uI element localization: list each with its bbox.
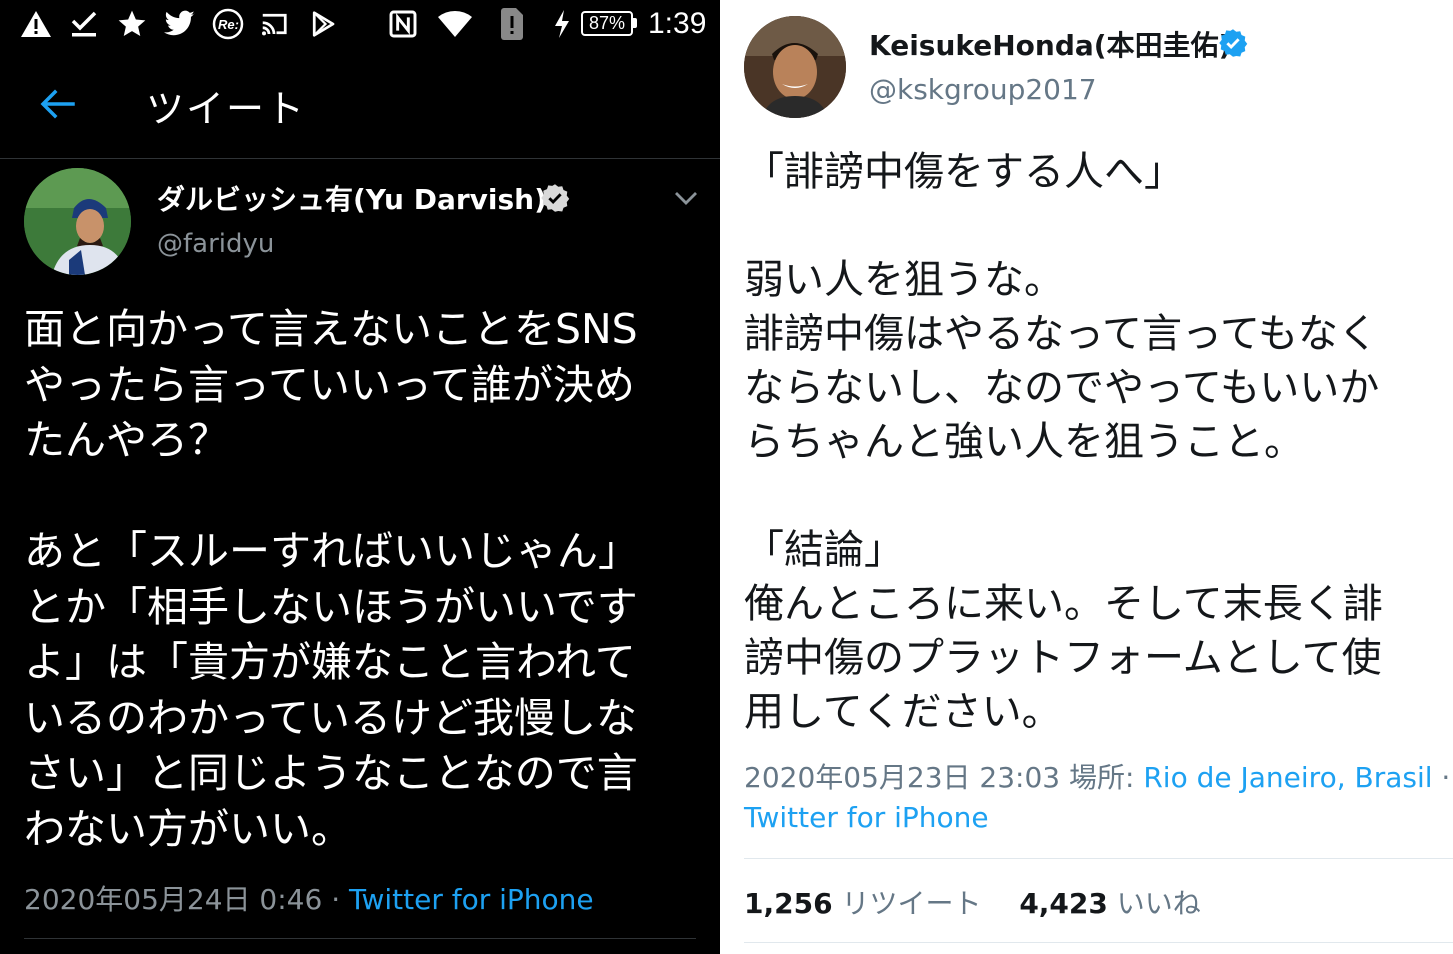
like-label: いいね	[1116, 887, 1201, 920]
author-handle[interactable]: @faridyu	[157, 229, 274, 259]
tweet-line: あと「スルーすればいいじゃん」	[24, 527, 639, 575]
tweet-line: とか「相手しないほうがいいです	[24, 582, 638, 631]
tweet-line: 俺んところに来い。そして末長く誹	[744, 581, 1383, 627]
tweet-line	[744, 199, 1444, 253]
tweet-text: 「誹謗中傷をする人へ」 弱い人を狙うな。 誹謗中傷はやるなって言ってもなく なら…	[744, 145, 1444, 739]
warning-icon	[18, 6, 54, 42]
tweet-line: 謗中傷のプラットフォームとして使	[744, 635, 1382, 681]
tweet-line: さい」と同じようなことなので言	[24, 749, 638, 797]
tweet-line: 弱い人を狙うな。	[744, 257, 1064, 303]
page-title: ツイート	[146, 87, 307, 131]
battery-level: 87%	[581, 11, 633, 36]
avatar[interactable]	[24, 168, 131, 275]
tweet-line: 用してください。	[744, 689, 1062, 735]
tweet-menu-button[interactable]	[668, 180, 704, 216]
back-button[interactable]	[32, 82, 82, 126]
wifi-icon	[437, 6, 473, 42]
avatar[interactable]	[744, 16, 846, 118]
author-name[interactable]: KeisukeHonda(本田圭佑)	[869, 24, 1231, 64]
charging-icon	[550, 6, 574, 42]
clock: 1:39	[648, 7, 707, 40]
star-icon	[114, 6, 150, 42]
twitter-bird-icon	[162, 6, 198, 42]
tweet-meta: 2020年05月23日 23:03 場所: Rio de Janeiro, Br…	[744, 758, 1450, 838]
tweet-location-link[interactable]: Rio de Janeiro, Brasil	[1143, 761, 1432, 794]
verified-badge-icon	[540, 183, 570, 213]
tweet-line: わない方がいい。	[24, 804, 352, 853]
tweet-source-link[interactable]: Twitter for iPhone	[349, 883, 594, 916]
tweet-timestamp[interactable]: 2020年05月23日 23:03 場所:	[744, 761, 1143, 794]
checkmark-download-icon	[66, 6, 102, 42]
verified-badge-icon	[1218, 28, 1248, 58]
svg-text:Re:: Re:	[218, 17, 239, 32]
retweet-label: リツイート	[841, 887, 982, 920]
tweet-line: やったら言っていいって誰が決め	[24, 360, 635, 409]
status-bar: Re: 87% 1:39	[0, 0, 720, 52]
chevron-down-icon	[675, 192, 697, 205]
divider	[744, 858, 1453, 859]
tweet-line: たんやろ？	[24, 416, 229, 464]
tweet-source-link[interactable]: Twitter for iPhone	[744, 801, 989, 834]
top-app-bar: ツイート	[0, 52, 720, 159]
retweet-stat[interactable]: 1,256 リツイート	[744, 887, 982, 920]
divider	[744, 942, 1453, 943]
sim-alert-icon	[494, 6, 530, 42]
tweet-line: ならないし、なのでやってもいいか	[744, 365, 1380, 411]
play-store-icon	[305, 6, 341, 42]
author-name[interactable]: ダルビッシュ有(Yu Darvish)	[157, 178, 547, 218]
tweet-meta: 2020年05月24日 0:46 · Twitter for iPhone	[24, 878, 594, 918]
divider	[24, 938, 696, 939]
tweet-line: 誹謗中傷はやるなって言ってもなく	[744, 311, 1378, 357]
tweet-line: 「結論」	[744, 527, 904, 573]
tweet-text: 面と向かって言えないことをSNS やったら言っていいって誰が決め たんやろ？ あ…	[24, 302, 704, 857]
tweet-line: 「誹謗中傷をする人へ」	[744, 149, 1184, 195]
retweet-count: 1,256	[744, 887, 833, 920]
tweet-stats: 1,256 リツイート 4,423 いいね	[744, 882, 1201, 922]
re-app-icon: Re:	[210, 6, 246, 42]
like-stat[interactable]: 4,423 いいね	[1019, 887, 1201, 920]
right-tweet-panel: KeisukeHonda(本田圭佑) @kskgroup2017 「誹謗中傷をす…	[720, 0, 1453, 954]
tweet-line: らちゃんと強い人を狙うこと。	[744, 419, 1304, 465]
tweet-line: 面と向かって言えないことをSNS	[24, 305, 638, 353]
back-arrow-icon	[40, 89, 75, 119]
tweet-line	[24, 469, 704, 525]
like-count: 4,423	[1019, 887, 1108, 920]
tweet-line: よ」は「貴方が嫌なこと言われて	[24, 638, 636, 686]
author-handle[interactable]: @kskgroup2017	[869, 73, 1097, 106]
meta-separator: ·	[1432, 761, 1451, 794]
left-tweet-panel: Re: 87% 1:39 ツイート ダルビッシュ有(Yu Darvish) @f…	[0, 0, 720, 954]
cast-icon	[256, 6, 292, 42]
nfc-icon	[385, 6, 421, 42]
tweet-line: いるのわかっているけど我慢しな	[24, 693, 637, 742]
tweet-line	[744, 469, 1444, 523]
battery-nub	[633, 18, 637, 28]
tweet-timestamp[interactable]: 2020年05月24日 0:46 ·	[24, 883, 349, 916]
